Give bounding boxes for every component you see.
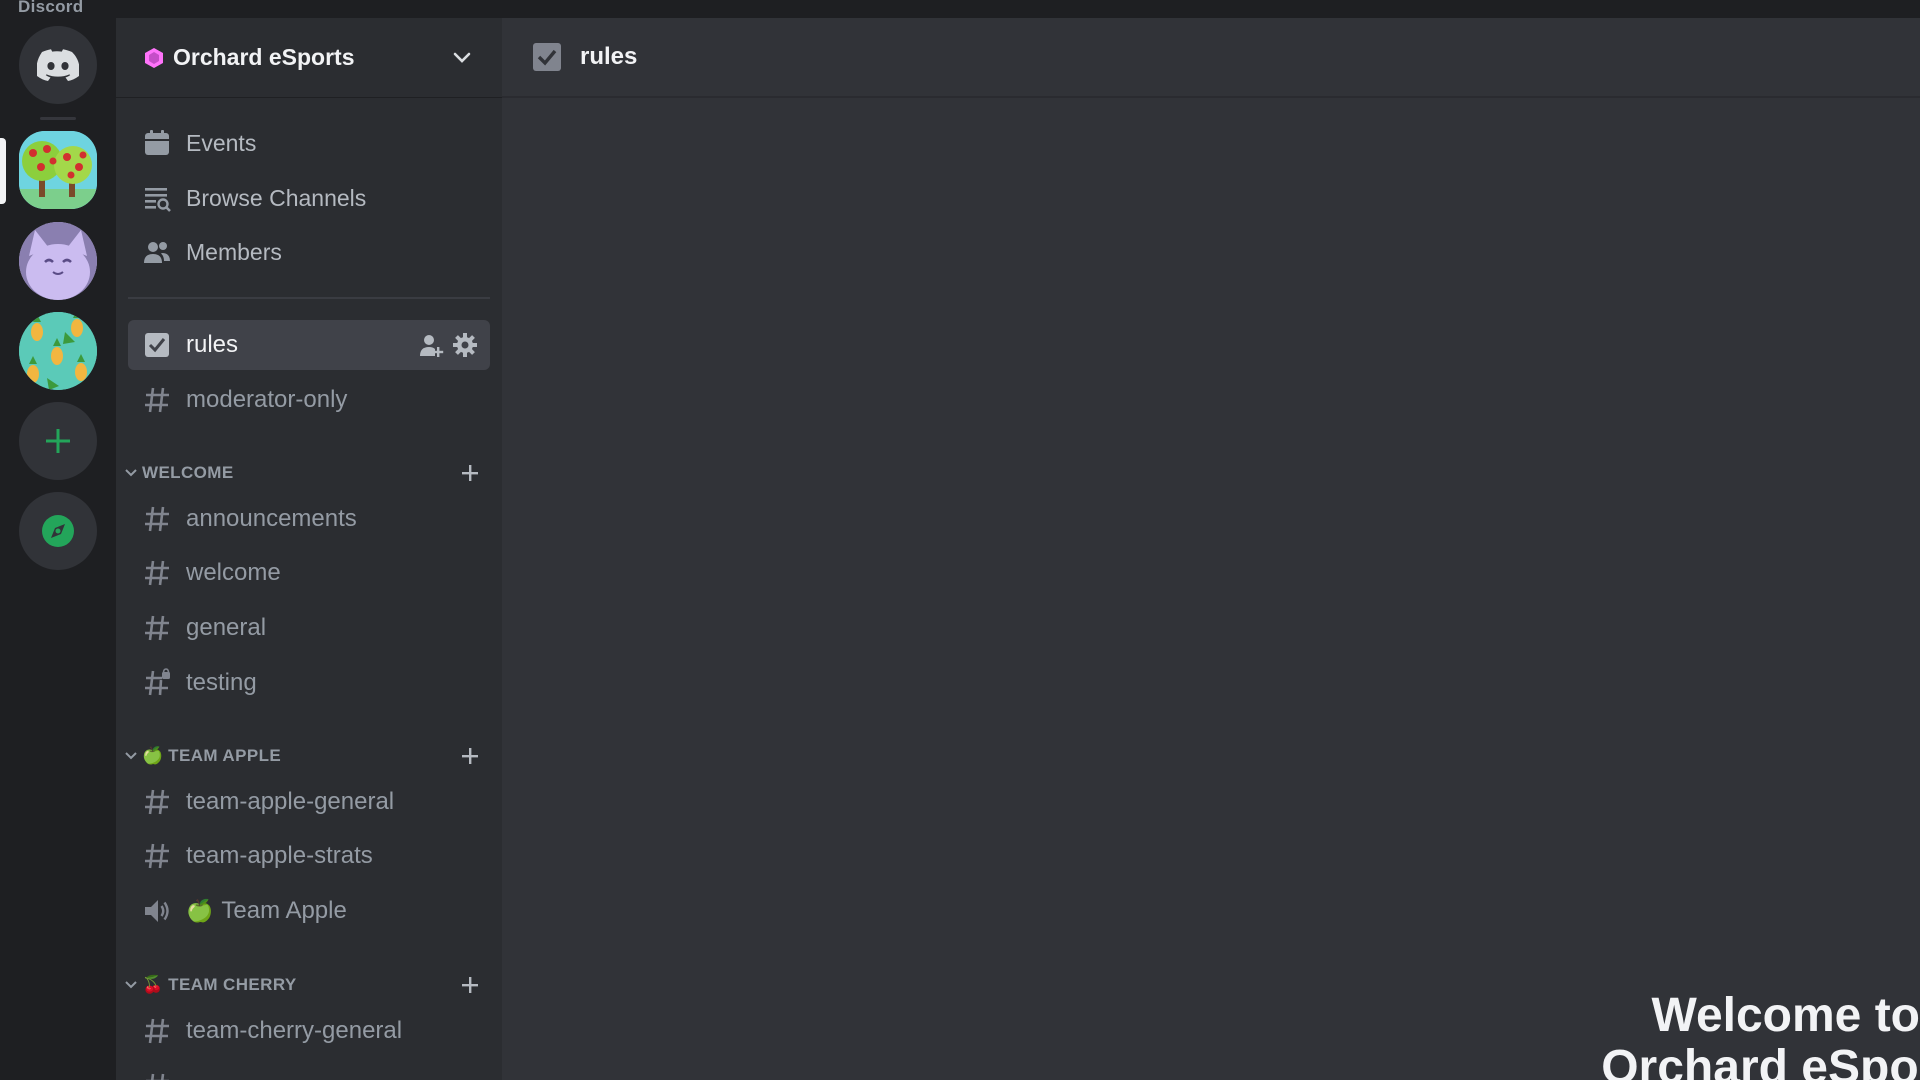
hashtag-icon <box>145 843 169 869</box>
create-channel-plus-icon[interactable] <box>460 463 480 483</box>
app-title: Discord <box>18 0 84 16</box>
category-team-apple[interactable]: 🍏 TEAM APPLE <box>124 741 494 771</box>
server-icon-cat[interactable] <box>19 222 97 300</box>
nav-label: Members <box>186 238 282 265</box>
main-content: rules Welcome to Orchard eSports <box>502 18 1920 1080</box>
home-button[interactable] <box>19 26 97 104</box>
category-welcome[interactable]: WELCOME <box>124 458 494 488</box>
nav-members[interactable]: Members <box>128 228 490 276</box>
channel-team-apple-strats[interactable]: team-apple-strats <box>128 831 490 881</box>
calendar-icon <box>145 130 169 155</box>
channel-partially-visible[interactable] <box>128 1061 490 1080</box>
channel-welcome[interactable]: welcome <box>128 548 490 598</box>
chevron-down-icon <box>125 469 137 477</box>
sidebar-divider <box>128 297 490 299</box>
hashtag-icon <box>145 387 169 413</box>
discord-window: Discord Orchard eSports Events Browse Ch… <box>0 0 1920 1080</box>
channel-settings-gear-icon[interactable] <box>452 332 478 358</box>
channel-testing[interactable]: testing <box>128 658 490 708</box>
private-hashtag-icon <box>145 668 170 696</box>
rules-icon <box>533 43 561 71</box>
title-bar: Discord <box>0 0 1920 18</box>
nav-label: Events <box>186 129 257 156</box>
server-header[interactable]: Orchard eSports <box>116 18 502 98</box>
hashtag-icon <box>145 560 169 586</box>
channel-team-apple-general[interactable]: team-apple-general <box>128 777 490 827</box>
server-name: Orchard eSports <box>173 44 355 70</box>
category-label: TEAM APPLE <box>168 746 282 765</box>
channel-name: announcements <box>186 505 357 532</box>
channel-sidebar: Orchard eSports Events Browse Channels M… <box>116 18 502 1080</box>
green-apple-emoji: 🍏 <box>142 746 164 765</box>
green-apple-emoji: 🍏 <box>186 898 214 923</box>
channel-name: testing <box>186 669 257 696</box>
nav-label: Browse Channels <box>186 184 367 211</box>
selected-server-indicator <box>0 138 6 204</box>
orchard-trees-icon <box>19 131 97 209</box>
hashtag-icon <box>145 1018 169 1044</box>
browse-channels-icon <box>145 188 171 212</box>
pineapple-pattern-icon <box>19 312 97 390</box>
members-icon <box>144 242 170 263</box>
channel-title: rules <box>580 43 638 70</box>
cherry-emoji: 🍒 <box>142 975 164 994</box>
discover-button[interactable] <box>19 492 97 570</box>
channel-name: team-apple-general <box>186 788 395 815</box>
rules-icon <box>145 333 169 357</box>
channel-name: team-cherry-general <box>186 1017 403 1044</box>
channel-name: general <box>186 614 267 641</box>
invite-members-icon[interactable] <box>418 332 444 358</box>
channel-rules[interactable]: rules <box>128 320 490 370</box>
channel-team-cherry-general[interactable]: team-cherry-general <box>128 1006 490 1056</box>
channel-name: Team Apple <box>221 897 347 924</box>
speaker-icon <box>145 900 169 922</box>
channel-moderator-only[interactable]: moderator-only <box>128 375 490 425</box>
hashtag-icon <box>145 789 169 815</box>
channel-name: moderator-only <box>186 386 348 413</box>
nav-browse-channels[interactable]: Browse Channels <box>128 174 490 222</box>
hashtag-icon <box>146 1073 169 1080</box>
category-label: TEAM CHERRY <box>168 975 297 994</box>
server-rail <box>0 18 116 1080</box>
server-icon-pineapple[interactable] <box>19 312 97 390</box>
welcome-line-2: Orchard eSports <box>1601 1041 1920 1080</box>
server-icon-orchard[interactable] <box>19 131 97 209</box>
plus-icon <box>46 429 70 453</box>
create-channel-plus-icon[interactable] <box>460 975 480 995</box>
create-channel-plus-icon[interactable] <box>460 746 480 766</box>
server-boost-icon <box>145 47 163 68</box>
channel-name: rules <box>186 331 239 358</box>
channel-announcements[interactable]: announcements <box>128 494 490 544</box>
chevron-down-icon <box>453 52 471 63</box>
chevron-down-icon <box>125 752 137 760</box>
nav-events[interactable]: Events <box>128 119 490 167</box>
voice-channel-team-apple[interactable]: 🍏 Team Apple <box>128 886 490 936</box>
category-team-cherry[interactable]: 🍒 TEAM CHERRY <box>124 970 494 1000</box>
cat-face-icon <box>19 222 97 300</box>
channel-name: welcome <box>186 559 281 586</box>
chevron-down-icon <box>125 981 137 989</box>
hashtag-icon <box>145 615 169 641</box>
welcome-heading: Welcome to Orchard eSports <box>1601 990 1920 1080</box>
category-label: WELCOME <box>142 463 234 482</box>
add-server-button[interactable] <box>19 402 97 480</box>
hashtag-icon <box>145 506 169 532</box>
compass-icon <box>42 515 74 547</box>
channel-header: rules <box>502 18 1920 98</box>
channel-name: team-apple-strats <box>186 842 373 869</box>
welcome-line-1: Welcome to <box>1651 989 1920 1042</box>
rail-separator <box>40 117 76 120</box>
channel-general[interactable]: general <box>128 603 490 653</box>
discord-logo-icon <box>37 49 79 81</box>
